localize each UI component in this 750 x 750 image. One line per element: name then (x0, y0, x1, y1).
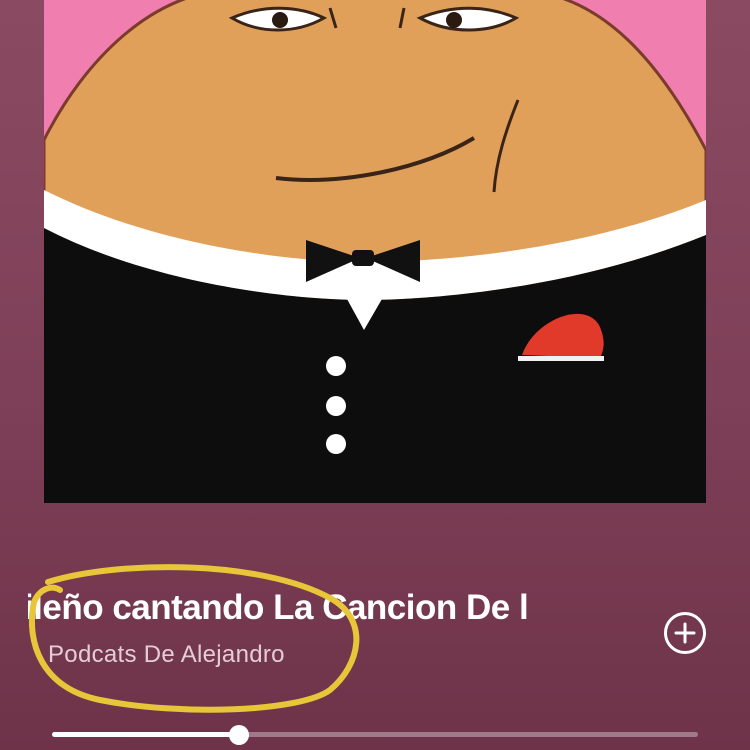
track-subtitle[interactable]: Podcats De Alejandro (48, 641, 285, 669)
album-artwork (44, 0, 706, 503)
track-title-text: asileño cantando La Cancion De l (28, 588, 529, 627)
pou-tuxedo-illustration (44, 0, 706, 503)
plus-circle-icon (674, 622, 696, 644)
progress-fill (52, 732, 240, 737)
track-title[interactable]: asileño cantando La Cancion De l (28, 588, 630, 628)
add-to-library-button[interactable] (664, 612, 706, 654)
playback-progress-bar[interactable] (52, 725, 698, 745)
progress-thumb[interactable] (229, 725, 250, 745)
